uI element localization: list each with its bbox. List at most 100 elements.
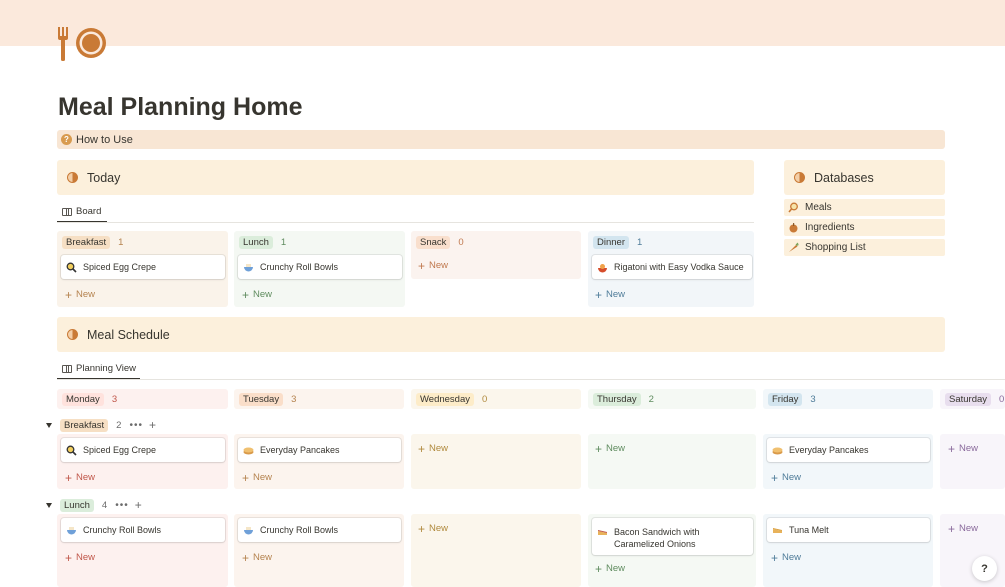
sandwich-icon <box>773 527 782 533</box>
new-button[interactable]: + New <box>242 289 273 301</box>
group-header-lunch[interactable]: Lunch 4 ••• + <box>46 498 142 512</box>
meal-card[interactable]: Everyday Pancakes <box>238 438 401 462</box>
new-button[interactable]: + New <box>948 523 979 535</box>
new-label: New <box>959 443 979 454</box>
meal-card-title: Bacon Sandwich with Caramelized Onions <box>614 527 700 549</box>
how-to-use-toggle[interactable]: ? How to Use <box>57 130 945 149</box>
new-label: New <box>76 472 96 483</box>
meal-card[interactable]: Crunchy Roll Bowls <box>61 518 225 542</box>
day-count: 3 <box>810 394 816 405</box>
meal-card[interactable]: Everyday Pancakes <box>767 438 930 462</box>
meal-card-title: Spiced Egg Crepe <box>83 262 157 272</box>
new-button[interactable]: + New <box>242 472 272 484</box>
day-label-tuesday: Tuesday 3 <box>239 393 296 406</box>
more-options-icon[interactable]: ••• <box>129 420 143 431</box>
tag-friday: Friday <box>768 393 803 406</box>
new-button[interactable]: + New <box>242 552 273 564</box>
new-button[interactable]: + New <box>65 289 95 301</box>
tab-board-label: Board <box>76 206 102 217</box>
tab-planning-view-label: Planning View <box>76 363 137 374</box>
new-button[interactable]: + New <box>948 443 979 455</box>
new-button[interactable]: + New <box>595 289 626 301</box>
tag-lunch: Lunch <box>239 236 273 249</box>
database-label: Ingredients <box>805 222 855 233</box>
column-count: 1 <box>118 237 124 248</box>
new-label: New <box>253 289 273 300</box>
fork-plate-icon <box>58 27 106 61</box>
new-button[interactable]: + New <box>418 443 448 455</box>
tag-snack: Snack <box>416 236 451 249</box>
group-count: 2 <box>116 419 122 431</box>
group-header-breakfast[interactable]: Breakfast 2 ••• + <box>46 418 156 432</box>
collapse-triangle-icon[interactable] <box>46 502 52 508</box>
tab-board[interactable]: Board <box>62 206 101 217</box>
new-button[interactable]: + New <box>771 472 801 484</box>
column-header-lunch: Lunch 1 <box>239 236 286 249</box>
new-button[interactable]: + New <box>595 563 626 575</box>
collapse-triangle-icon[interactable] <box>46 422 52 428</box>
meal-card[interactable]: Crunchy Roll Bowls <box>238 255 402 279</box>
meal-card-title: Crunchy Roll Bowls <box>83 525 162 535</box>
tag-thursday: Thursday <box>593 393 641 406</box>
bowl-icon <box>244 526 253 534</box>
database-label: Shopping List <box>805 242 866 253</box>
today-heading-label: Today <box>87 170 121 185</box>
new-button[interactable]: + New <box>65 472 96 484</box>
column-header-dinner: Dinner 1 <box>593 236 642 249</box>
meal-card-title: Crunchy Roll Bowls <box>260 525 339 535</box>
meal-card[interactable]: Spiced Egg Crepe <box>61 255 225 279</box>
apple-icon <box>789 223 798 233</box>
add-to-group-button[interactable]: + <box>135 498 142 512</box>
meal-card-title: Everyday Pancakes <box>260 445 340 455</box>
column-count: 1 <box>637 237 643 248</box>
new-button[interactable]: + New <box>418 523 448 535</box>
database-link-meals[interactable]: Meals <box>784 199 945 216</box>
database-label: Meals <box>805 202 832 213</box>
databases-icon <box>794 172 805 183</box>
database-link-shopping-list[interactable]: Shopping List <box>784 239 945 256</box>
sandwich-icon <box>598 530 607 535</box>
tag-tuesday: Tuesday <box>239 393 284 406</box>
meal-card-title: Spiced Egg Crepe <box>83 445 157 455</box>
carrot-icon <box>789 242 799 252</box>
new-button[interactable]: + New <box>595 443 626 455</box>
day-label-saturday: Saturday 0 <box>945 393 1004 406</box>
day-count: 2 <box>648 394 654 405</box>
meal-card[interactable]: Crunchy Roll Bowls <box>238 518 401 542</box>
new-label: New <box>959 523 979 534</box>
new-label: New <box>606 443 626 454</box>
new-label: New <box>782 552 802 563</box>
database-link-ingredients[interactable]: Ingredients <box>784 219 945 236</box>
day-label-friday: Friday 3 <box>768 393 816 406</box>
meal-card[interactable]: Bacon Sandwich with Caramelized Onions <box>592 518 753 555</box>
new-button[interactable]: + New <box>418 260 449 272</box>
new-button[interactable]: + New <box>65 552 96 564</box>
new-label: New <box>76 552 96 563</box>
meal-card-title: Tuna Melt <box>789 525 829 535</box>
meal-card[interactable]: Tuna Melt <box>767 518 930 542</box>
column-header-breakfast: Breakfast 1 <box>62 236 123 249</box>
day-count: 0 <box>999 394 1005 405</box>
new-button[interactable]: + New <box>771 552 802 564</box>
meal-schedule-icon <box>67 329 78 340</box>
tag-saturday: Saturday <box>945 393 992 406</box>
page-cover <box>0 0 1005 46</box>
magnifier-icon <box>788 202 798 213</box>
meal-card[interactable]: Spiced Egg Crepe <box>61 438 225 462</box>
more-options-icon[interactable]: ••• <box>115 500 129 511</box>
tab-planning-view[interactable]: Planning View <box>62 363 136 374</box>
databases-heading-label: Databases <box>814 170 874 185</box>
tag-monday: Monday <box>62 393 104 406</box>
new-label: New <box>253 552 273 563</box>
magnifier-icon <box>66 262 77 273</box>
bowl-icon <box>67 526 76 534</box>
help-button[interactable]: ? <box>972 556 997 581</box>
new-label: New <box>606 563 626 574</box>
add-to-group-button[interactable]: + <box>149 418 156 432</box>
meal-card[interactable]: Rigatoni with Easy Vodka Sauce <box>592 255 752 279</box>
column-header-snack: Snack 0 <box>416 236 464 249</box>
meal-schedule-heading-label: Meal Schedule <box>87 327 170 342</box>
new-label: New <box>429 260 449 271</box>
day-count: 0 <box>482 394 488 405</box>
new-label: New <box>606 289 626 300</box>
